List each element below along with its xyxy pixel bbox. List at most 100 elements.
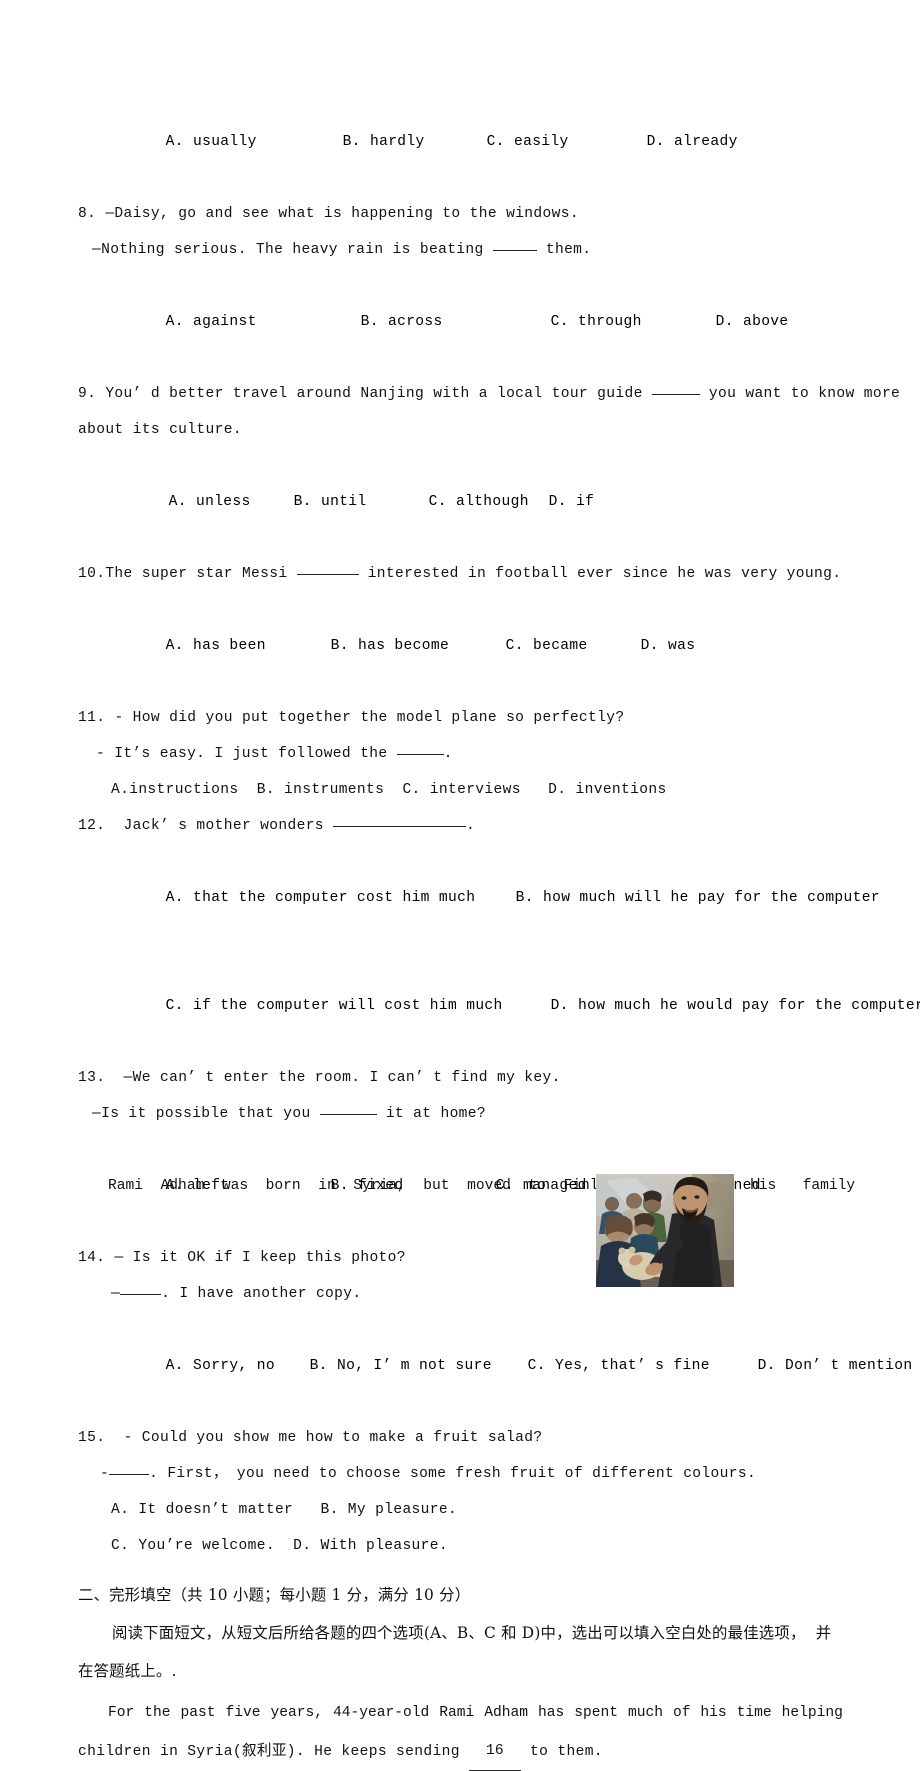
question-9-text-post: you want to know more	[708, 386, 901, 402]
fill-in-blank[interactable]	[109, 1461, 150, 1475]
fill-in-blank[interactable]	[651, 381, 700, 395]
option-c[interactable]: C. Yes, that’ s fine	[528, 1348, 758, 1384]
question-15-number: 15.	[78, 1430, 106, 1446]
question-15-stem-line-1: 15. - Could you show me how to make a fr…	[78, 1420, 843, 1456]
question-8-text-pre: —Nothing serious. The heavy rain is beat…	[92, 242, 484, 258]
option-c[interactable]: C. although	[429, 484, 549, 520]
word: time	[736, 1705, 772, 1721]
question-14-number: 14.	[78, 1250, 106, 1266]
question-11-text: - How did you put together the model pla…	[114, 710, 625, 726]
question-13-text-pre: —Is it possible that you	[92, 1106, 311, 1122]
question-9-options: A. unless B. until C. although D. if	[78, 448, 843, 556]
option-b[interactable]: B. hardly	[343, 124, 487, 160]
question-7-options: A. usually B. hardly C. easily D. already	[78, 88, 843, 196]
question-10-number: 10.	[78, 566, 106, 582]
question-11-stem-line-2: - It’s easy. I just followed the .	[78, 736, 843, 772]
option-a[interactable]: A. Sorry, no	[133, 1348, 310, 1384]
fill-in-blank[interactable]	[396, 741, 444, 755]
option-d[interactable]: D. how much he would pay for the compute…	[551, 988, 920, 1024]
option-a[interactable]: A. usually	[133, 124, 343, 160]
fill-in-blank[interactable]	[492, 237, 537, 251]
option-b[interactable]: B. No, I’ m not sure	[310, 1348, 528, 1384]
exam-content: A. usually B. hardly C. easily D. already 8…	[78, 88, 920, 1771]
word: much	[627, 1705, 663, 1721]
exam-page: A. usually B. hardly C. easily D. already 8…	[0, 0, 920, 1771]
option-c[interactable]: C. became	[506, 628, 641, 664]
option-a[interactable]: A. against	[133, 304, 361, 340]
rami-adham-photo-illustration	[596, 1174, 734, 1287]
question-11-text-post: .	[443, 746, 453, 762]
question-11-options[interactable]: A.instructions B. instruments C. intervi…	[78, 772, 843, 808]
question-8-stem-line-1: 8. —Daisy, go and see what is happening …	[78, 196, 843, 232]
word: in	[318, 1178, 336, 1194]
question-15-dash: -	[100, 1466, 110, 1482]
option-d[interactable]: D. Don’ t mention it	[758, 1348, 920, 1384]
question-13-stem-line-2: —Is it possible that you it at home?	[78, 1096, 843, 1132]
cloze-blank-16[interactable]: 16	[468, 1732, 521, 1771]
question-12-options-row-1: A. that the computer cost him much B. how…	[78, 844, 880, 952]
question-15-text: - Could you show me how to make a fruit …	[123, 1430, 543, 1446]
question-12-text-post: .	[466, 818, 476, 834]
fill-in-blank[interactable]	[319, 1101, 377, 1115]
question-13-text: —We can’ t enter the room. I can’ t find…	[123, 1070, 561, 1086]
section-2-instruction-line-2: 在答题纸上。.	[78, 1662, 177, 1680]
fill-in-blank[interactable]	[333, 813, 467, 827]
word: spent	[574, 1705, 618, 1721]
question-8-stem-line-2: —Nothing serious. The heavy rain is beat…	[78, 232, 843, 268]
question-13-stem-line-1: 13. —We can’ t enter the room. I can’ t …	[78, 1060, 843, 1096]
question-12-options-row-2: C. if the computer will cost him much D. …	[78, 952, 920, 1060]
option-b[interactable]: B. until	[294, 484, 429, 520]
question-8-number: 8.	[78, 206, 97, 222]
question-11-text-pre: - It’s easy. I just followed the	[96, 746, 388, 762]
word: but	[423, 1178, 450, 1194]
option-d[interactable]: D. if	[549, 484, 595, 520]
section-2-heading: 二、完形填空（共 10 小题；每小题 1 分，满分 10 分）	[78, 1586, 471, 1604]
section-2-instruction-line-1: 阅读下面短文，从短文后所给各题的四个选项(A、B、C 和 D)中，选出可以填入空…	[112, 1624, 832, 1642]
option-a[interactable]: A. that the computer cost him much	[133, 880, 516, 916]
option-c[interactable]: C. easily	[487, 124, 647, 160]
option-a[interactable]: A. unless	[133, 484, 294, 520]
option-a[interactable]: A. has been	[133, 628, 331, 664]
option-d[interactable]: D. above	[716, 304, 789, 340]
word: Rami	[108, 1178, 144, 1194]
question-8-text-post: them.	[545, 242, 592, 258]
question-15-options-row-2[interactable]: C. You’re welcome. D. With pleasure.	[78, 1528, 843, 1564]
question-14-dash: —	[111, 1286, 121, 1302]
question-12-text-pre: Jack’ s mother wonders	[123, 818, 324, 834]
option-d[interactable]: D. was	[641, 628, 696, 664]
word: For	[108, 1705, 135, 1721]
question-15-stem-line-2: - . First， you need to choose some fresh …	[78, 1456, 843, 1492]
word: his	[700, 1705, 727, 1721]
word: past	[180, 1705, 216, 1721]
question-15-text-post: . First， you need to choose some fresh f…	[149, 1466, 757, 1482]
word: years,	[270, 1705, 323, 1721]
option-b[interactable]: B. across	[361, 304, 551, 340]
option-b[interactable]: B. has become	[331, 628, 506, 664]
word: has	[537, 1705, 565, 1721]
question-10-options: A. has been B. has become C. became D. was	[78, 592, 843, 700]
fill-in-blank[interactable]	[296, 561, 359, 575]
fill-in-blank[interactable]	[120, 1281, 162, 1295]
word: of	[672, 1705, 691, 1721]
question-11-number: 11.	[78, 710, 106, 726]
option-d[interactable]: D. already	[647, 124, 738, 160]
question-10-text-pre: The super star Messi	[105, 566, 288, 582]
word: five	[225, 1705, 261, 1721]
question-12-number: 12.	[78, 818, 106, 834]
passage-text-pre: children in Syria(叙利亚). He keeps sending	[78, 1744, 460, 1760]
word: Adham	[484, 1705, 529, 1721]
question-8-options: A. against B. across C. through D. above	[78, 268, 843, 376]
word: the	[144, 1705, 171, 1721]
word: Adham	[160, 1178, 205, 1194]
question-15-options-row-1[interactable]: A. It doesn’t matter B. My pleasure.	[78, 1492, 843, 1528]
option-c[interactable]: C. through	[551, 304, 716, 340]
question-10-text-post: interested in football ever since he was…	[367, 566, 842, 582]
option-c[interactable]: C. if the computer will cost him much	[133, 988, 551, 1024]
passage-line-right: his family	[750, 1178, 855, 1194]
word: moved	[467, 1178, 511, 1194]
option-b[interactable]: B. how much will he pay for the computer	[516, 880, 880, 916]
passage-photo	[596, 1174, 734, 1287]
word: 44-year-old	[332, 1705, 430, 1721]
question-13-number: 13.	[78, 1070, 106, 1086]
question-11-stem-line-1: 11. - How did you put together the model…	[78, 700, 843, 736]
